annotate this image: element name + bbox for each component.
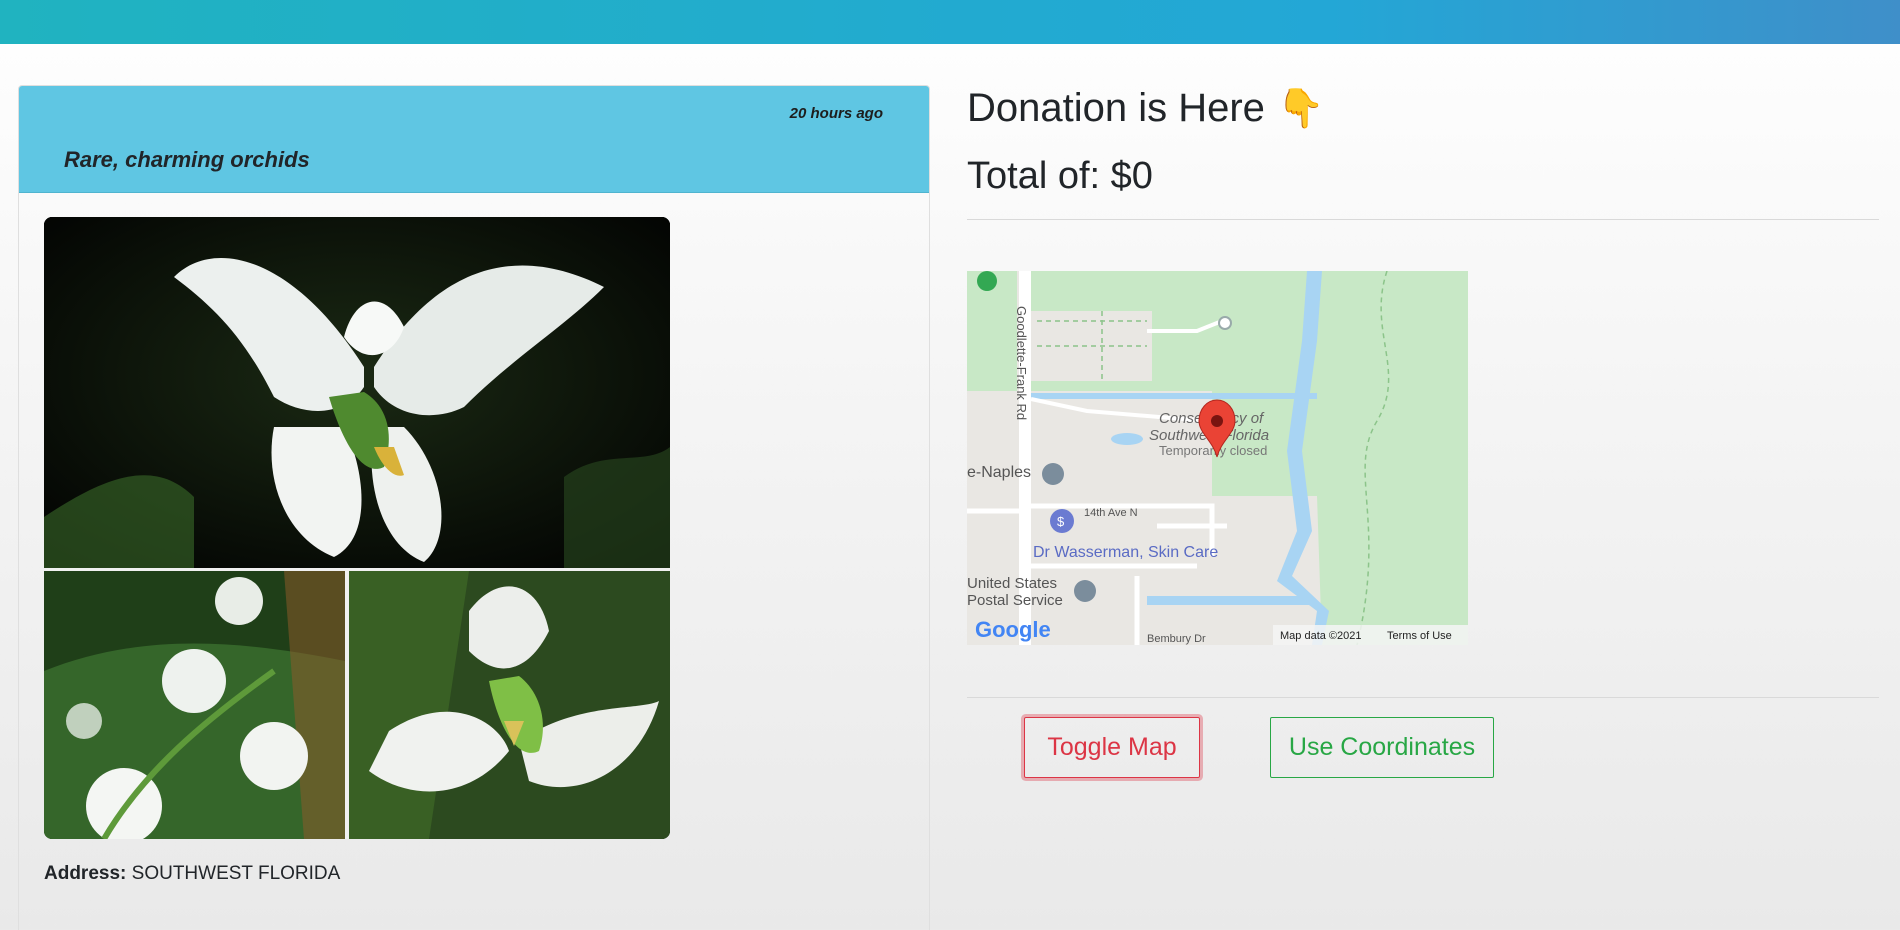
- map-label-wasserman: Dr Wasserman, Skin Care: [1033, 544, 1218, 561]
- orchid-photo-left: [44, 571, 345, 839]
- toggle-map-button[interactable]: Toggle Map: [1024, 717, 1200, 778]
- map-terms-link[interactable]: Terms of Use: [1387, 630, 1452, 642]
- donation-panel: Donation is Here 👇 Total of: $0 Goodlett…: [967, 0, 1879, 930]
- address-value: SOUTHWEST FLORIDA: [131, 863, 341, 884]
- donation-total: Total of: $0: [967, 155, 1153, 197]
- donation-heading-text: Donation is Here: [967, 86, 1265, 130]
- map-label-road: Goodlette-Frank Rd: [1014, 306, 1029, 420]
- map-label-street: 14th Ave N: [1084, 507, 1138, 519]
- donation-heading: Donation is Here 👇: [967, 86, 1324, 131]
- divider: [967, 219, 1879, 220]
- pointing-down-icon: 👇: [1276, 87, 1325, 130]
- post-card-header: 20 hours ago Rare, charming orchids: [19, 86, 929, 193]
- orchid-photo-main: [44, 217, 670, 568]
- svg-text:$: $: [1057, 514, 1065, 529]
- google-logo: Google: [975, 617, 1051, 642]
- map-data-credit: Map data ©2021: [1280, 630, 1362, 642]
- post-title: Rare, charming orchids: [64, 147, 310, 172]
- address-label: Address:: [44, 863, 127, 884]
- post-card: 20 hours ago Rare, charming orchids Addr…: [18, 85, 930, 930]
- map-label-usps2: Postal Service: [967, 592, 1063, 609]
- post-address: Address: SOUTHWEST FLORIDA: [44, 863, 340, 885]
- post-timestamp: 20 hours ago: [789, 105, 883, 122]
- divider: [967, 697, 1879, 698]
- map-label-usps1: United States: [967, 575, 1057, 592]
- use-coordinates-button[interactable]: Use Coordinates: [1270, 717, 1494, 778]
- orchid-photo: [44, 217, 670, 839]
- map-label-bembury: Bembury Dr: [1147, 633, 1206, 645]
- orchid-photo-right: [349, 571, 670, 839]
- map-label-naples: e-Naples: [967, 464, 1031, 481]
- location-map[interactable]: Goodlette-Frank Rd Conservancy of Southw…: [967, 271, 1468, 645]
